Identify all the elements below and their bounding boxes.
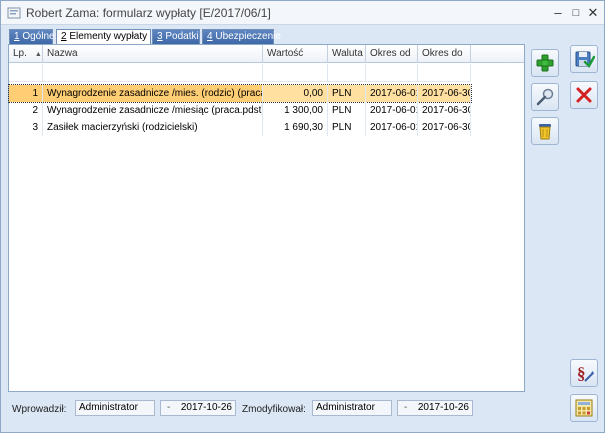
cell-lp: 3 [9,119,43,136]
cell-okres-od: 2017-06-01 [366,85,418,102]
cell-waluta: PLN [328,119,366,136]
payout-elements-grid: Lp. ▲ Nazwa Wartość Waluta Okres od Okres… [8,44,525,392]
app-icon [7,7,21,19]
filter-cell[interactable] [9,64,43,82]
delete-element-button[interactable] [531,117,559,145]
payout-form-window: Robert Zama: formularz wypłaty [E/2017/0… [0,0,605,433]
table-row[interactable]: 2 Wynagrodzenie zasadnicze /miesiąc (pra… [9,102,471,119]
grid-header: Lp. ▲ Nazwa Wartość Waluta Okres od Okres… [9,45,524,63]
calculate-button[interactable]: § [570,359,598,387]
filter-cell[interactable] [328,64,366,82]
cell-nazwa: Wynagrodzenie zasadnicze /miesiąc (praca… [43,102,263,119]
tab-ogolne[interactable]: 1 Ogólne [9,29,55,44]
cell-okres-do: 2017-06-30 [418,85,471,102]
cell-wartosc: 1 300,00 [263,102,328,119]
tab-podatki-label: Podatki [162,31,199,42]
cell-okres-od: 2017-06-01 [366,102,418,119]
add-element-button[interactable] [531,49,559,77]
cell-nazwa: Zasiłek macierzyński (rodzicielski) [43,119,263,136]
column-header-okres-od[interactable]: Okres od [366,45,418,63]
close-icon [576,87,592,103]
paragraph-icon: § [577,364,594,383]
minimize-button[interactable]: – [549,4,567,22]
cell-nazwa: Wynagrodzenie zasadnicze /mies. (rodzic)… [43,85,263,102]
cell-waluta: PLN [328,102,366,119]
cell-okres-do: 2017-06-30 [418,102,471,119]
magnifier-icon [536,88,554,106]
maximize-button[interactable]: □ [567,4,585,22]
tab-podatki[interactable]: 3 Podatki [152,29,200,44]
window-title: Robert Zama: formularz wypłaty [E/2017/0… [26,6,271,20]
entered-by-label: Wprowadził: [12,404,67,415]
cell-okres-od: 2017-06-01 [366,119,418,136]
cell-lp: 2 [9,102,43,119]
tab-ogolne-label: Ogólne [19,31,55,42]
filter-cell[interactable] [263,64,328,82]
column-header-lp[interactable]: Lp. ▲ [9,45,43,63]
table-row[interactable]: 1 Wynagrodzenie zasadnicze /mies. (rodzi… [8,84,472,103]
entered-date-value: 2017-10-26 [180,402,232,413]
sort-asc-icon: ▲ [34,51,42,58]
cell-waluta: PLN [328,85,366,102]
column-header-waluta[interactable]: Waluta [328,45,366,63]
filter-cell[interactable] [366,64,418,82]
modified-by-field: Administrator [312,400,392,416]
tab-ubezpieczenie[interactable]: 4 Ubezpieczenie [202,29,281,44]
entered-date-dash: - [167,402,171,413]
tab-elementy-label: Elementy wypłaty [66,31,148,42]
save-icon [575,51,595,69]
cell-wartosc: 1 690,30 [263,119,328,136]
plus-icon [536,54,554,72]
trash-icon [539,124,551,140]
entered-date-field: - 2017-10-26 [160,400,236,416]
entered-by-field: Administrator [75,400,155,416]
tab-ubezpieczenie-label: Ubezpieczenie [212,31,281,42]
modified-by-label: Zmodyfikował: [242,404,306,415]
print-button[interactable] [570,394,598,422]
column-header-wartosc[interactable]: Wartość [263,45,328,63]
tab-elementy-wyplaty[interactable]: 2 Elementy wypłaty [56,29,151,45]
column-header-nazwa[interactable]: Nazwa [43,45,263,63]
title-bar: Robert Zama: formularz wypłaty [E/2017/0… [1,1,604,25]
grid-filter-row[interactable] [9,64,471,82]
cell-wartosc: 0,00 [263,85,328,102]
modified-date-value: 2017-10-26 [417,402,469,413]
calculator-icon [575,399,593,417]
modified-date-dash: - [404,402,408,413]
save-button[interactable] [570,45,598,73]
edit-element-button[interactable] [531,83,559,111]
column-header-lp-label: Lp. [13,48,27,59]
cell-okres-do: 2017-06-30 [418,119,471,136]
cell-lp: 1 [9,85,43,102]
modified-date-field: - 2017-10-26 [397,400,473,416]
svg-text:§: § [577,364,586,383]
audit-footer: Wprowadził: Administrator - 2017-10-26 Z… [8,397,561,425]
table-row[interactable]: 3 Zasiłek macierzyński (rodzicielski) 1 … [9,119,471,136]
close-window-button[interactable]: ✕ [584,4,602,22]
filter-cell[interactable] [43,64,263,82]
column-header-okres-do[interactable]: Okres do [418,45,471,63]
filter-cell[interactable] [418,64,471,82]
cancel-button[interactable] [570,81,598,109]
